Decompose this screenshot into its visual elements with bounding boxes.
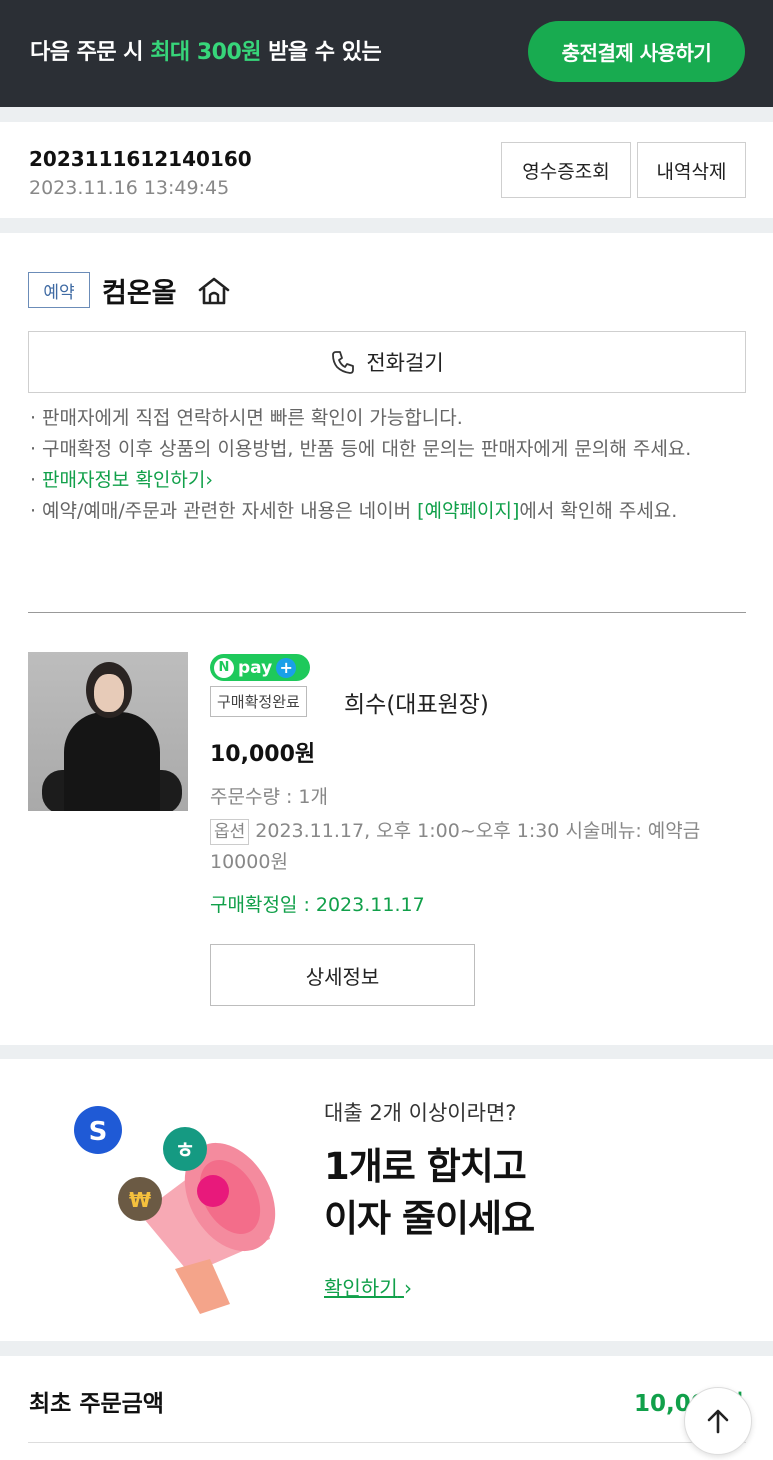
product-name[interactable]: 희수(대표원장): [344, 685, 489, 719]
naver-n-icon: N: [214, 657, 234, 678]
scroll-to-top-button[interactable]: [684, 1387, 752, 1455]
note-item: · 판매자에게 직접 연락하시면 빠른 확인이 가능합니다.: [30, 403, 746, 434]
seller-info-link-label: 판매자정보 확인하기: [42, 469, 206, 491]
note-text-before: 예약/예매/주문과 관련한 자세한 내용은 네이버: [42, 500, 418, 522]
ad-subtitle: 대출 2개 이상이라면?: [324, 1101, 517, 1125]
option-text: 2023.11.17, 오후 1:00~오후 1:30 시술메뉴: 예약금 10…: [210, 820, 701, 873]
arrow-up-icon: [707, 1409, 729, 1434]
megaphone-illustration: S ㅎ ₩: [74, 1106, 276, 1314]
loan-ad-banner[interactable]: S ㅎ ₩ 대출 2개 이상이라면? 1개로 합치고 이자 줄이세요 확인하기 …: [0, 1059, 773, 1341]
home-icon[interactable]: [197, 276, 231, 306]
banner-text-highlight: 최대 300원: [150, 40, 261, 65]
note-text: 판매자에게 직접 연락하시면 빠른 확인이 가능합니다.: [42, 407, 463, 429]
product-thumbnail[interactable]: [28, 652, 188, 811]
svg-text:S: S: [89, 1117, 108, 1147]
note-item: · 판매자정보 확인하기›: [30, 465, 746, 496]
plus-icon: +: [276, 657, 297, 678]
ad-title: 1개로 합치고 이자 줄이세요: [324, 1141, 535, 1245]
npay-label: pay: [238, 657, 273, 678]
ad-check-link-label: 확인하기: [324, 1276, 398, 1300]
order-quantity: 주문수량 : 1개: [210, 786, 328, 808]
store-name[interactable]: 컴온올: [102, 271, 177, 310]
note-text: 구매확정 이후 상품의 이용방법, 반품 등에 대한 문의는 판매자에게 문의해…: [42, 438, 692, 460]
store-section: 예약 컴온올 전화걸기 · 판매자에게 직접 연락하시면 빠른 확인이 가능합니다…: [0, 233, 773, 1045]
call-button-label: 전화걸기: [366, 351, 444, 375]
note-text-after: 에서 확인해 주세요.: [519, 500, 678, 522]
banner-text-after: 받을 수 있는: [261, 40, 382, 65]
svg-text:₩: ₩: [129, 1188, 151, 1212]
note-item: · 구매확정 이후 상품의 이용방법, 반품 등에 대한 문의는 판매자에게 문의…: [30, 434, 746, 465]
chevron-right-icon: ›: [403, 1276, 412, 1300]
status-badge: 구매확정완료: [210, 686, 307, 717]
total-section: 최초 주문금액 10,000원: [0, 1356, 773, 1460]
delete-history-button[interactable]: 내역삭제: [637, 142, 746, 198]
npay-plus-badge: N pay +: [210, 654, 310, 681]
call-button[interactable]: 전화걸기: [28, 331, 746, 393]
top-banner: 다음 주문 시 최대 300원 받을 수 있는 충전결제 사용하기: [0, 0, 773, 107]
note-text: 예약/예매/주문과 관련한 자세한 내용은 네이버 [예약페이지]에서 확인해 …: [42, 496, 677, 527]
detail-info-button[interactable]: 상세정보: [210, 944, 475, 1006]
order-datetime: 2023.11.16 13:49:45: [29, 177, 230, 199]
ad-title-line: 1개로 합치고: [324, 1145, 527, 1188]
phone-icon: [332, 351, 355, 374]
divider: [28, 1442, 746, 1443]
ad-check-link[interactable]: 확인하기 ›: [324, 1272, 412, 1301]
note-item: · 예약/예매/주문과 관련한 자세한 내용은 네이버 [예약페이지]에서 확인해…: [30, 496, 746, 527]
banner-text-before: 다음 주문 시: [30, 40, 151, 65]
receipt-button[interactable]: 영수증조회: [501, 142, 631, 198]
product-price: 10,000원: [210, 742, 316, 767]
purchase-confirm-date: 구매확정일 : 2023.11.17: [210, 894, 425, 916]
order-number: 2023111612140160: [29, 147, 252, 171]
total-label: 최초 주문금액: [29, 1391, 164, 1417]
seller-info-link[interactable]: 판매자정보 확인하기›: [42, 465, 213, 496]
charge-payment-button[interactable]: 충전결제 사용하기: [528, 21, 745, 82]
ad-title-line: 이자 줄이세요: [324, 1197, 535, 1240]
order-header: 2023111612140160 2023.11.16 13:49:45 영수증…: [0, 122, 773, 218]
reservation-page-link[interactable]: [예약페이지]: [417, 500, 519, 522]
chevron-right-icon: ›: [205, 469, 213, 491]
reservation-badge: 예약: [28, 272, 90, 308]
divider: [28, 612, 746, 613]
option-badge: 옵션: [210, 819, 250, 845]
svg-text:ㅎ: ㅎ: [175, 1139, 195, 1164]
banner-text: 다음 주문 시 최대 300원 받을 수 있는: [30, 34, 382, 66]
seller-notes: · 판매자에게 직접 연락하시면 빠른 확인이 가능합니다. · 구매확정 이후 상…: [30, 403, 746, 527]
option-info: 옵션 2023.11.17, 오후 1:00~오후 1:30 시술메뉴: 예약금 …: [210, 816, 746, 878]
